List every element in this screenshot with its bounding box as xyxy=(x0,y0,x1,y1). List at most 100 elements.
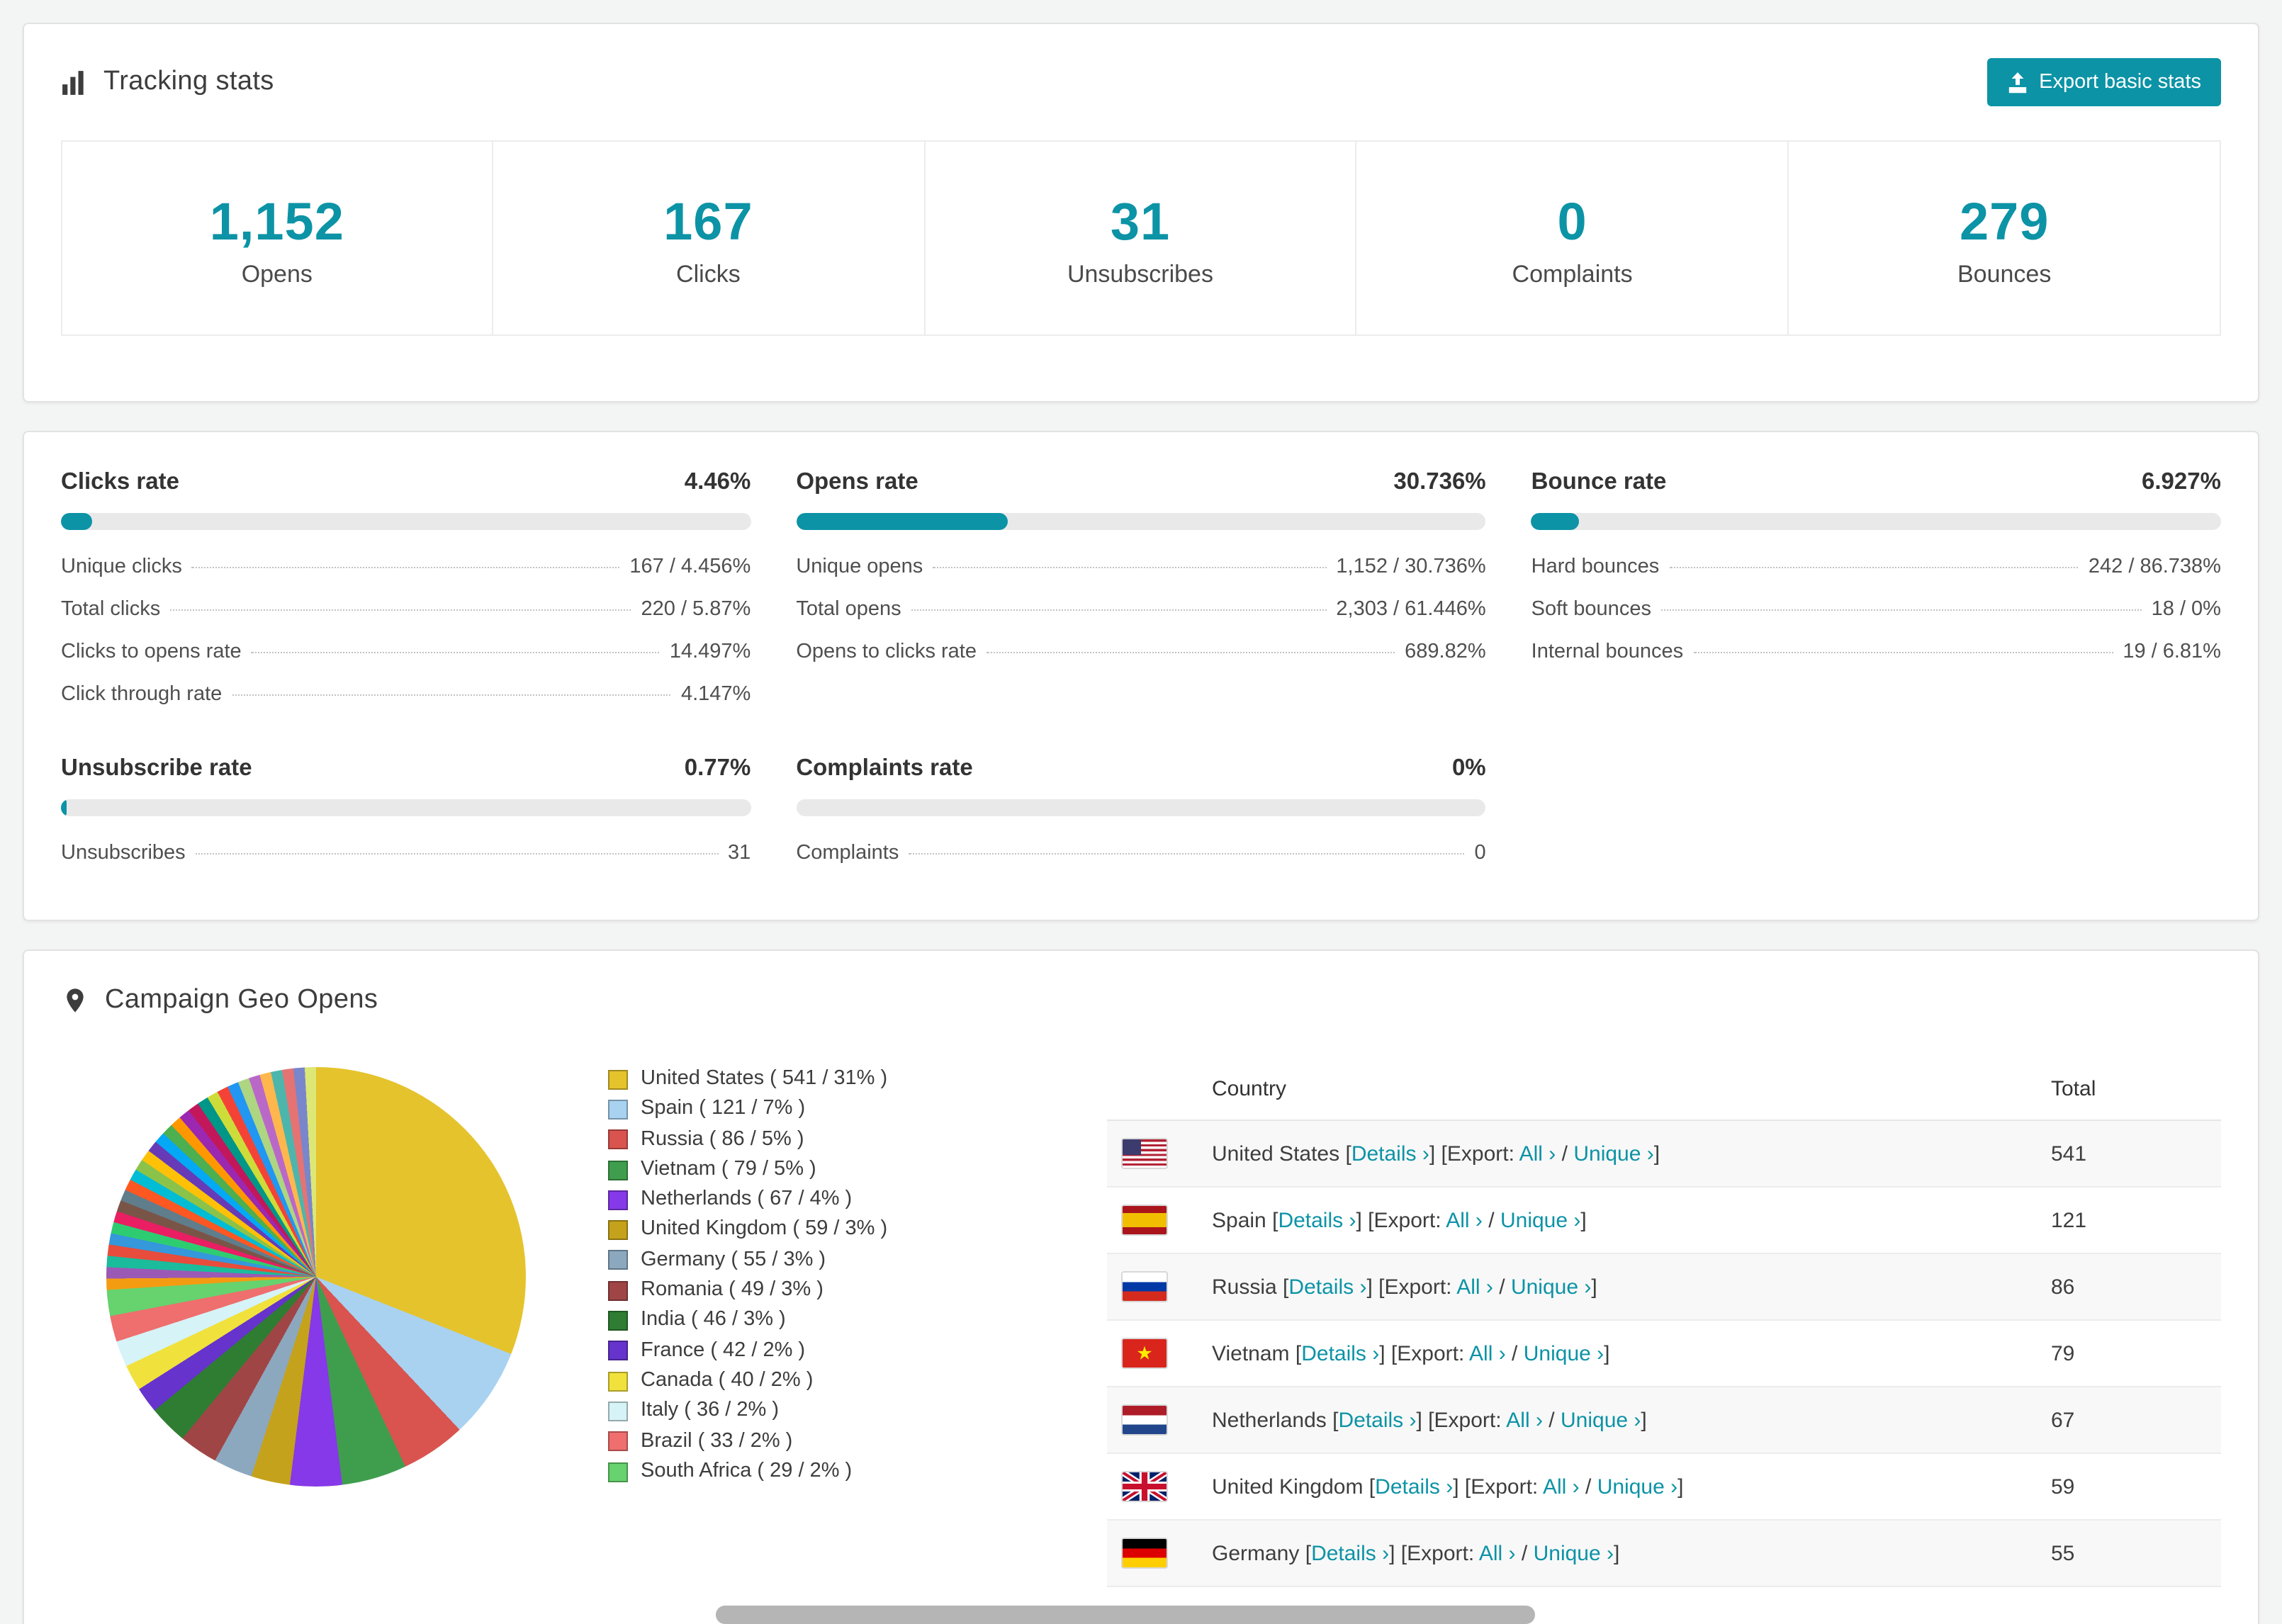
legend-item: United States ( 541 / 31% ) xyxy=(608,1064,1107,1095)
legend-label: United Kingdom ( 59 / 3% ) xyxy=(641,1217,888,1241)
stat-value: 1,152 xyxy=(209,193,344,251)
details-link[interactable]: Details › xyxy=(1351,1141,1429,1166)
country-column-header: Country xyxy=(1198,1059,2037,1121)
rate-head: Opens rate 30.736% xyxy=(796,469,1485,496)
horizontal-scrollbar-thumb[interactable] xyxy=(716,1606,1535,1624)
flag-cell xyxy=(1107,1387,1198,1454)
rate-detail-row: Clicks to opens rate 14.497% xyxy=(61,631,751,673)
rate-panel-bounce-rate: Bounce rate 6.927% Hard bounces 242 / 86.73… xyxy=(1531,469,2221,716)
export-unique-link[interactable]: Unique › xyxy=(1561,1408,1641,1432)
flag-column-header xyxy=(1107,1059,1198,1121)
detail-label: Click through rate xyxy=(61,683,223,706)
legend-label: France ( 42 / 2% ) xyxy=(641,1338,806,1362)
export-basic-stats-button[interactable]: Export basic stats xyxy=(1986,58,2221,106)
rate-title: Opens rate xyxy=(796,469,918,495)
export-label: Export: xyxy=(1397,1341,1465,1365)
tracking-stats-header: Tracking stats Export basic stats xyxy=(24,24,2258,137)
geo-table-row: Vietnam [Details ›] [Export: All › / Uni… xyxy=(1107,1320,2221,1387)
stat-box-complaints: 0 Complaints xyxy=(1355,140,1789,336)
country-total: 121 xyxy=(2037,1187,2221,1254)
legend-item: India ( 46 / 3% ) xyxy=(608,1306,1107,1336)
country-cell: Netherlands [Details ›] [Export: All › /… xyxy=(1198,1387,2037,1454)
export-all-link[interactable]: All › xyxy=(1506,1408,1543,1432)
detail-value: 18 / 0% xyxy=(2151,598,2221,621)
export-unique-link[interactable]: Unique › xyxy=(1573,1141,1653,1166)
export-label: Export: xyxy=(1373,1208,1441,1232)
rate-panel-opens-rate: Opens rate 30.736% Unique opens 1,152 / 30.… xyxy=(796,469,1486,716)
country-cell: Vietnam [Details ›] [Export: All › / Uni… xyxy=(1198,1320,2037,1387)
country-name: Germany xyxy=(1212,1541,1300,1565)
detail-label: Unique opens xyxy=(796,556,923,578)
legend-swatch xyxy=(608,1129,628,1150)
country-name: United Kingdom xyxy=(1212,1474,1364,1499)
export-unique-link[interactable]: Unique › xyxy=(1524,1341,1604,1365)
details-link[interactable]: Details › xyxy=(1288,1275,1366,1299)
country-name: Netherlands xyxy=(1212,1408,1327,1432)
legend-swatch xyxy=(608,1401,628,1421)
export-all-link[interactable]: All › xyxy=(1479,1541,1516,1565)
rate-progress-fill xyxy=(796,513,1008,530)
bar-chart-icon xyxy=(62,70,84,94)
export-all-link[interactable]: All › xyxy=(1543,1474,1580,1499)
legend-swatch xyxy=(608,1099,628,1120)
legend-label: Vietnam ( 79 / 5% ) xyxy=(641,1157,816,1180)
geo-table-row: United Kingdom [Details ›] [Export: All … xyxy=(1107,1453,2221,1521)
detail-label: Unsubscribes xyxy=(61,842,186,864)
rate-detail-row: Hard bounces 242 / 86.738% xyxy=(1531,546,2221,588)
netherlands-flag-icon xyxy=(1121,1404,1168,1436)
stat-value: 0 xyxy=(1557,193,1587,251)
detail-label: Internal bounces xyxy=(1531,641,1684,663)
map-pin-icon xyxy=(67,988,84,1013)
united-kingdom-flag-icon xyxy=(1121,1471,1168,1502)
legend-label: Romania ( 49 / 3% ) xyxy=(641,1278,824,1302)
legend-item: Brazil ( 33 / 2% ) xyxy=(608,1426,1107,1457)
export-all-link[interactable]: All › xyxy=(1519,1141,1556,1166)
country-cell: United States [Details ›] [Export: All ›… xyxy=(1198,1120,2037,1188)
detail-value: 31 xyxy=(728,842,751,864)
details-link[interactable]: Details › xyxy=(1301,1341,1379,1365)
page: Tracking stats Export basic stats 1,152 O… xyxy=(0,0,2282,1624)
legend-item: Vietnam ( 79 / 5% ) xyxy=(608,1155,1107,1185)
campaign-geo-opens-card: Campaign Geo Opens United States ( 541 /… xyxy=(23,949,2259,1624)
export-unique-link[interactable]: Unique › xyxy=(1511,1275,1591,1299)
country-cell: United Kingdom [Details ›] [Export: All … xyxy=(1198,1453,2037,1521)
flag-cell xyxy=(1107,1453,1198,1521)
export-all-link[interactable]: All › xyxy=(1469,1341,1506,1365)
export-unique-link[interactable]: Unique › xyxy=(1500,1208,1580,1232)
rate-progress-bar xyxy=(1531,513,2221,530)
details-link[interactable]: Details › xyxy=(1311,1541,1389,1565)
country-total: 67 xyxy=(2037,1387,2221,1454)
geo-legend: United States ( 541 / 31% ) Spain ( 121 /… xyxy=(608,1064,1107,1487)
detail-label: Soft bounces xyxy=(1531,598,1651,621)
stat-label: Unsubscribes xyxy=(1067,261,1213,288)
export-unique-link[interactable]: Unique › xyxy=(1534,1541,1614,1565)
export-basic-stats-label: Export basic stats xyxy=(2039,71,2201,94)
legend-label: India ( 46 / 3% ) xyxy=(641,1308,786,1331)
rate-progress-fill xyxy=(1531,513,1580,530)
country-name: Vietnam xyxy=(1212,1341,1290,1365)
rate-detail-row: Internal bounces 19 / 6.81% xyxy=(1531,631,2221,673)
export-all-link[interactable]: All › xyxy=(1446,1208,1483,1232)
detail-label: Total opens xyxy=(796,598,901,621)
legend-swatch xyxy=(608,1220,628,1241)
rate-progress-fill xyxy=(61,799,67,816)
dotted-leader xyxy=(232,694,671,696)
details-link[interactable]: Details › xyxy=(1375,1474,1453,1499)
export-all-link[interactable]: All › xyxy=(1456,1275,1493,1299)
flag-cell xyxy=(1107,1120,1198,1188)
details-link[interactable]: Details › xyxy=(1278,1208,1356,1232)
rate-value: 4.46% xyxy=(684,469,751,495)
geo-table: Country Total United States [Details ›] … xyxy=(1107,1059,2221,1587)
country-name: United States xyxy=(1212,1141,1340,1166)
export-unique-link[interactable]: Unique › xyxy=(1597,1474,1677,1499)
rate-progress-fill xyxy=(61,513,92,530)
country-name: Russia xyxy=(1212,1275,1277,1299)
stat-box-clicks: 167 Clicks xyxy=(491,140,926,336)
rate-value: 0% xyxy=(1451,755,1486,781)
legend-swatch xyxy=(608,1160,628,1180)
legend-label: Canada ( 40 / 2% ) xyxy=(641,1368,814,1392)
dotted-leader xyxy=(986,652,1395,653)
country-total: 59 xyxy=(2037,1453,2221,1521)
tracking-stats-card: Tracking stats Export basic stats 1,152 O… xyxy=(23,23,2259,402)
details-link[interactable]: Details › xyxy=(1338,1408,1416,1432)
